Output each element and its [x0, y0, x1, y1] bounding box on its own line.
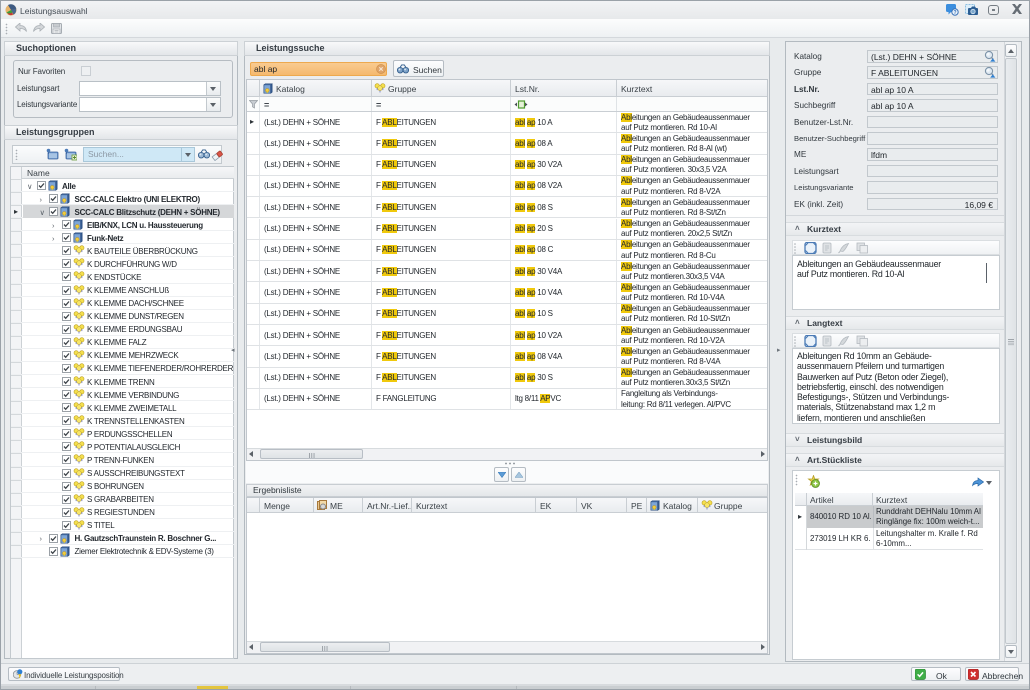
svg-text:?: ?: [953, 10, 956, 16]
